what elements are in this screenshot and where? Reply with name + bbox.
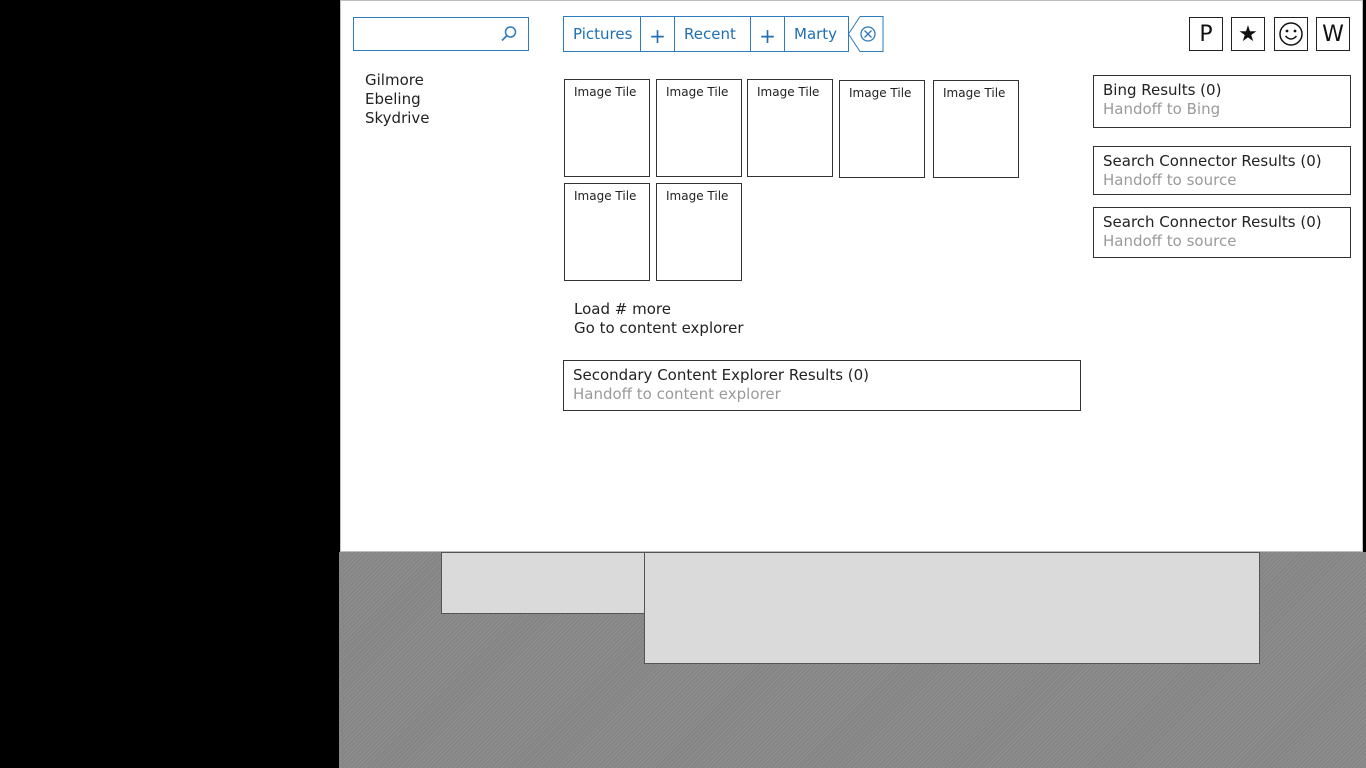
result-title: Secondary Content Explorer Results (0) [573, 366, 870, 384]
secondary-content-explorer-results[interactable]: Secondary Content Explorer Results (0) H… [563, 360, 1081, 411]
result-title: Search Connector Results (0) [1103, 213, 1322, 231]
handoff-label: Handoff to content explorer [573, 385, 781, 403]
clear-circle-x-icon [847, 16, 884, 52]
scope-item-gilmore[interactable]: Gilmore [365, 71, 430, 90]
app-button-smiley[interactable] [1274, 17, 1308, 51]
add-pivot-button[interactable]: + [640, 16, 675, 52]
content-links: Load # more Go to content explorer [574, 300, 744, 338]
bing-results[interactable]: Bing Results (0) Handoff to Bing [1093, 75, 1351, 128]
clear-pivots-button[interactable] [847, 16, 884, 52]
add-pivot-button[interactable]: + [750, 16, 785, 52]
image-tile[interactable]: Image Tile [933, 80, 1019, 178]
image-tile[interactable]: Image Tile [747, 79, 833, 177]
app-button-star[interactable]: ★ [1231, 17, 1265, 51]
search-box [353, 17, 529, 51]
image-tile[interactable]: Image Tile [839, 80, 925, 178]
search-panel: Gilmore Ebeling Skydrive Pictures + Rece… [340, 0, 1363, 552]
handoff-label: Handoff to Bing [1103, 100, 1221, 118]
search-input[interactable] [360, 19, 504, 51]
result-title: Bing Results (0) [1103, 81, 1222, 99]
handoff-label: Handoff to source [1103, 232, 1237, 250]
app-button-p[interactable]: P [1189, 17, 1223, 51]
image-tile[interactable]: Image Tile [564, 183, 650, 281]
background-card-right [644, 552, 1260, 664]
scope-item-ebeling[interactable]: Ebeling [365, 90, 430, 109]
pivot-pictures[interactable]: Pictures [563, 16, 641, 52]
search-connector-results[interactable]: Search Connector Results (0) Handoff to … [1093, 207, 1351, 258]
image-tile[interactable]: Image Tile [656, 79, 742, 177]
filter-pivot-bar: Pictures + Recent + Marty [563, 16, 884, 52]
handoff-label: Handoff to source [1103, 171, 1237, 189]
smiley-icon [1279, 22, 1303, 46]
background-card-left [441, 552, 645, 614]
image-tile[interactable]: Image Tile [656, 183, 742, 281]
go-to-content-explorer-link[interactable]: Go to content explorer [574, 319, 744, 338]
app-button-w[interactable]: W [1316, 17, 1350, 51]
result-title: Search Connector Results (0) [1103, 152, 1322, 170]
pivot-recent[interactable]: Recent [674, 16, 751, 52]
search-connector-results[interactable]: Search Connector Results (0) Handoff to … [1093, 146, 1351, 195]
load-more-link[interactable]: Load # more [574, 300, 744, 319]
scope-list: Gilmore Ebeling Skydrive [365, 71, 430, 128]
image-tile[interactable]: Image Tile [564, 79, 650, 177]
magnifier-icon[interactable] [500, 25, 518, 43]
scope-item-skydrive[interactable]: Skydrive [365, 109, 430, 128]
pivot-marty[interactable]: Marty [784, 16, 849, 52]
